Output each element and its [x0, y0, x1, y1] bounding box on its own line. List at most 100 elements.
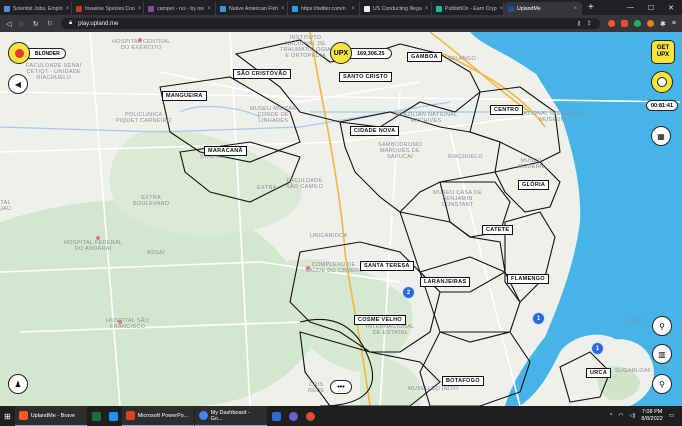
- browser-tab[interactable]: camper - rvs - by ow ×: [144, 2, 216, 15]
- property-cluster[interactable]: 1: [591, 342, 604, 355]
- close-icon[interactable]: ×: [425, 6, 429, 12]
- property-cluster[interactable]: 1: [532, 312, 545, 325]
- key-icon[interactable]: ⚷: [577, 20, 581, 27]
- browser-tab[interactable]: US Conducting Illega ×: [360, 2, 432, 15]
- extension-icon[interactable]: [647, 20, 655, 27]
- wifi-icon[interactable]: ◠: [619, 413, 624, 419]
- map-label: HOSPITAL CENTRAL DO EXÉRCITO: [112, 39, 171, 51]
- map-label: INTERNACIONAL DE ESTATAL: [366, 324, 415, 336]
- menu-icon[interactable]: ≡: [672, 20, 676, 27]
- neighborhood-tag[interactable]: SÃO CRISTÓVÃO: [233, 69, 292, 79]
- browser-tab[interactable]: Invasive Species Coo ×: [72, 2, 144, 15]
- map-label: UNICARIOCA: [310, 233, 348, 239]
- extension-icon[interactable]: [634, 20, 642, 27]
- new-tab-button[interactable]: +: [588, 2, 594, 13]
- neighborhood-tag[interactable]: COSME VELHO: [354, 315, 406, 325]
- more-icon: •••: [337, 383, 345, 391]
- taskbar-app[interactable]: [268, 406, 285, 426]
- back-button[interactable]: ◀: [8, 74, 28, 94]
- property-cluster[interactable]: 2: [402, 286, 415, 299]
- close-icon[interactable]: ×: [573, 6, 577, 12]
- upx-coin-icon[interactable]: UPX: [330, 42, 352, 64]
- tab-favicon-icon: [4, 5, 10, 12]
- close-icon[interactable]: ×: [351, 6, 355, 12]
- browser-toolbar: ◁ ▷ ↻ ⚐ 🔒︎ play.upland.me ⚷ ⇪ ✱ ≡: [0, 15, 682, 32]
- neighborhood-tag[interactable]: CIDADE NOVA: [350, 126, 400, 136]
- taskbar-app[interactable]: [302, 406, 319, 426]
- notification-icon[interactable]: ▭: [669, 413, 674, 419]
- system-tray: ^ ◠ ◁) 7:08 PM 8/8/2022 ▭: [610, 409, 682, 423]
- browser-tab-active[interactable]: UplandMe ×: [504, 2, 582, 15]
- taskbar-app[interactable]: UplandMe - Brave: [14, 406, 87, 426]
- close-icon[interactable]: ×: [281, 6, 285, 12]
- volume-icon[interactable]: ◁): [629, 413, 635, 419]
- tab-label: US Conducting Illega: [373, 5, 422, 12]
- location-button[interactable]: ⚲: [652, 316, 672, 336]
- reload-icon[interactable]: ↻: [33, 20, 39, 28]
- profile-button[interactable]: ♟: [8, 374, 28, 394]
- map-label: MUSEU DO ÍNDIO: [408, 386, 459, 392]
- player-name[interactable]: BLONDER: [24, 48, 66, 59]
- neighborhood-tag[interactable]: CATETE: [482, 225, 514, 235]
- browser-tab[interactable]: https://twitter.com/n ×: [288, 2, 360, 15]
- bookmark-icon[interactable]: ⚐: [47, 20, 53, 28]
- clock[interactable]: 7:08 PM 8/8/2022: [641, 409, 662, 423]
- neighborhood-tag[interactable]: SANTO CRISTO: [339, 72, 392, 82]
- chevron-left-icon: ◀: [14, 79, 22, 89]
- map-label: FALANGO: [448, 56, 477, 62]
- tab-label: https://twitter.com/n: [301, 5, 346, 12]
- neighborhood-tag[interactable]: CENTRO: [490, 105, 524, 115]
- map-label: EXTRA BOULEVARD: [133, 195, 170, 207]
- address-bar[interactable]: 🔒︎ play.upland.me ⚷ ⇪: [60, 18, 601, 29]
- clock-icon[interactable]: [651, 71, 673, 93]
- search-button[interactable]: ⚲: [652, 374, 672, 394]
- map-view[interactable]: HOSPITAL CENTRAL DO EXÉRCITO FACULDADE SE…: [0, 32, 682, 406]
- neighborhood-tag[interactable]: GAMBOA: [407, 52, 442, 62]
- more-menu-button[interactable]: •••: [330, 380, 352, 394]
- extension-icon[interactable]: [621, 20, 629, 27]
- close-icon[interactable]: ×: [66, 6, 70, 12]
- calendar-button[interactable]: ▦: [651, 126, 671, 146]
- brave-icon: [18, 411, 28, 420]
- puzzle-icon[interactable]: ✱: [660, 20, 666, 28]
- forward-icon[interactable]: ▷: [19, 20, 24, 28]
- tab-favicon-icon: [436, 5, 442, 12]
- neighborhood-tag[interactable]: BOTAFOGO: [442, 376, 484, 386]
- close-icon[interactable]: ×: [207, 6, 211, 12]
- browser-tab[interactable]: Scientist Jobs, Emplo ×: [0, 2, 72, 15]
- close-window-icon[interactable]: ✕: [668, 4, 674, 12]
- neighborhood-tag[interactable]: LARANJEIRAS: [420, 277, 471, 287]
- chevron-up-icon[interactable]: ^: [610, 413, 613, 419]
- back-icon[interactable]: ◁: [6, 20, 11, 28]
- lock-icon: 🔒︎: [68, 20, 73, 26]
- clock-time: 7:08 PM: [641, 409, 663, 415]
- maximize-icon[interactable]: ☐: [648, 4, 654, 12]
- taskbar-app[interactable]: [88, 406, 105, 426]
- neighborhood-tag[interactable]: FLAMENGO: [507, 274, 549, 284]
- browser-tab[interactable]: Native American Fish ×: [216, 2, 288, 15]
- timer: 00:81:41: [646, 100, 679, 111]
- browser-tab[interactable]: PublishOx - Earn Cryp ×: [432, 2, 504, 15]
- get-upx-button[interactable]: GET UPX: [651, 40, 675, 64]
- close-icon[interactable]: ×: [138, 6, 142, 12]
- tab-favicon-icon: [148, 5, 154, 12]
- close-icon[interactable]: ×: [500, 6, 503, 12]
- neighborhood-tag[interactable]: MANGUEIRA: [162, 91, 207, 101]
- taskbar-app[interactable]: My Dashboard - Go...: [194, 406, 267, 426]
- map-label: NATIONAL HISTORICAL MUSEUM: [519, 111, 587, 123]
- building-button[interactable]: ▥: [652, 344, 672, 364]
- brave-shield-icon[interactable]: [608, 20, 616, 27]
- start-button[interactable]: ⊞: [0, 406, 15, 426]
- neighborhood-tag[interactable]: MARACANÃ: [204, 146, 247, 156]
- map-label: CRIS REDE: [308, 382, 325, 394]
- taskbar-app[interactable]: Microsoft PowerPo...: [121, 406, 194, 426]
- neighborhood-tag[interactable]: URCA: [586, 368, 612, 378]
- taskbar-app[interactable]: [285, 406, 302, 426]
- minimize-icon[interactable]: —: [627, 4, 634, 12]
- avatar[interactable]: [8, 42, 30, 64]
- neighborhood-tag[interactable]: SANTA TERESA: [360, 261, 414, 271]
- taskbar-app[interactable]: [105, 406, 122, 426]
- neighborhood-tag[interactable]: GLÓRIA: [518, 180, 550, 190]
- share-icon[interactable]: ⇪: [587, 20, 592, 27]
- window-controls: — ☐ ✕: [627, 4, 682, 12]
